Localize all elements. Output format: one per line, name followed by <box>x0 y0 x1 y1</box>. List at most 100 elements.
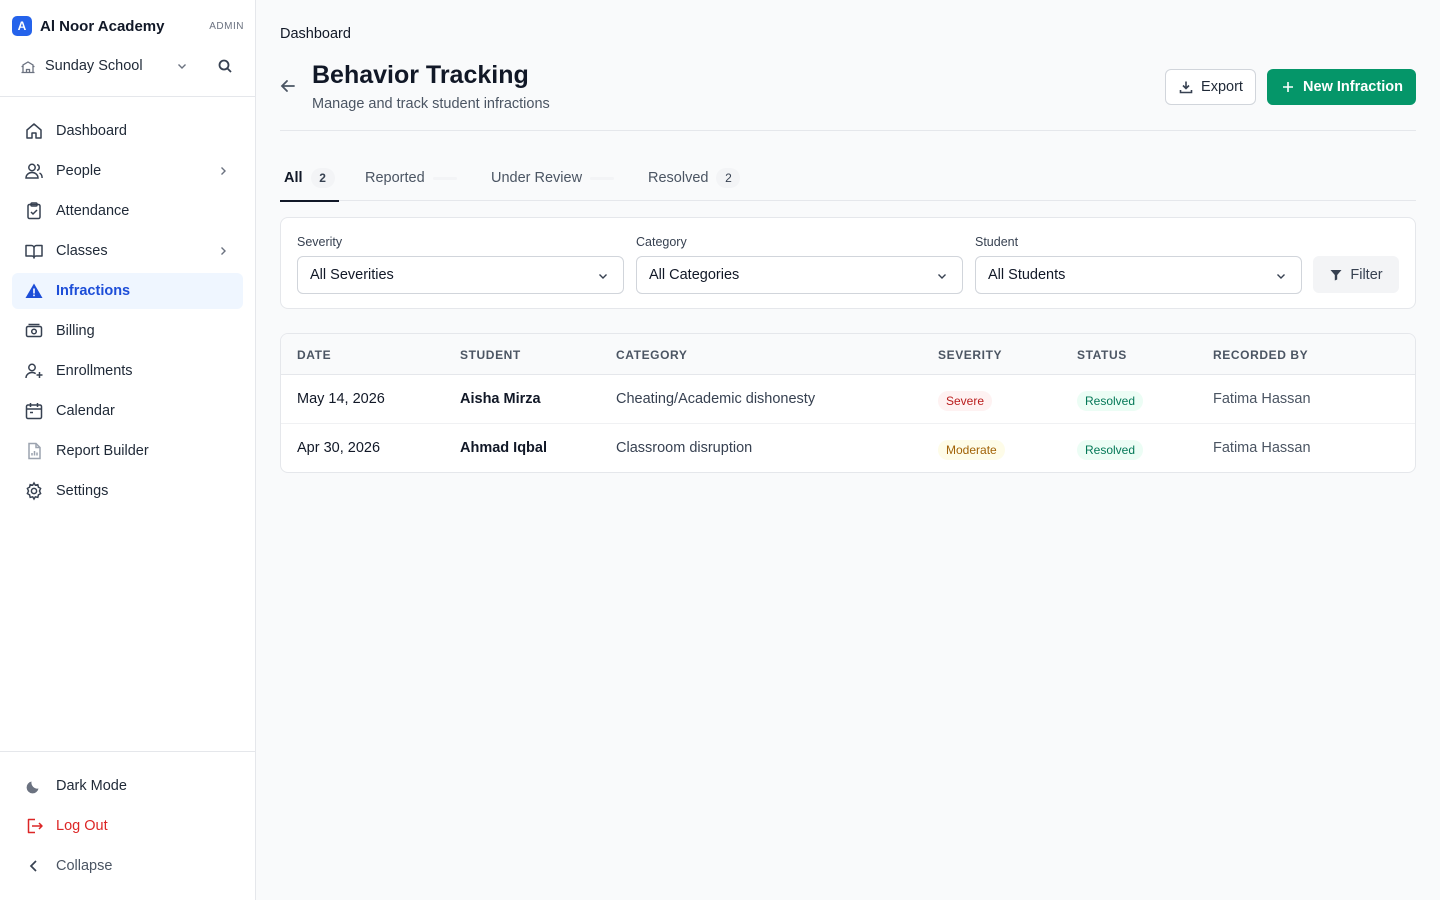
chevron-down-icon <box>934 268 950 284</box>
cell-category: Cheating/Academic dishonesty <box>616 391 816 407</box>
role-badge: ADMIN <box>209 20 244 32</box>
category-filter: Category All Categories <box>636 235 963 294</box>
main-content: Dashboard Behavior Tracking Manage and t… <box>256 0 1440 900</box>
collapse-button[interactable]: Collapse <box>12 848 243 884</box>
sidebar-item-label: Report Builder <box>56 443 149 459</box>
tab-count-placeholder <box>590 176 615 180</box>
tab-under-review[interactable]: Under Review <box>491 155 615 201</box>
filter-button-label: Filter <box>1350 266 1383 283</box>
sidebar-item-enrollments[interactable]: Enrollments <box>12 353 243 389</box>
chevron-down-icon[interactable] <box>174 58 190 74</box>
sidebar-item-label: Infractions <box>56 283 131 299</box>
chevron-down-icon <box>1273 268 1289 284</box>
tab-label: Resolved <box>648 170 709 186</box>
sidebar-divider <box>0 96 255 97</box>
home-icon <box>24 121 44 141</box>
export-button[interactable]: Export <box>1165 69 1256 105</box>
cell-recorded-by: Fatima Hassan <box>1213 391 1311 407</box>
sidebar-footer: Dark Mode Log Out Collapse <box>12 768 243 888</box>
tab-label: Reported <box>365 170 425 186</box>
sidebar-item-label: Settings <box>56 483 109 499</box>
search-icon[interactable] <box>216 57 234 75</box>
gear-icon <box>24 481 44 501</box>
table-row[interactable]: Apr 30, 2026 Ahmad Iqbal Classroom disru… <box>281 424 1415 472</box>
sidebar-item-label: Attendance <box>56 203 130 219</box>
sidebar-item-label: Classes <box>56 243 108 259</box>
column-header-recorded-by[interactable]: RECORDED BY <box>1213 348 1308 362</box>
column-header-student[interactable]: STUDENT <box>460 348 521 362</box>
sidebar-item-infractions[interactable]: Infractions <box>12 273 243 309</box>
calendar-icon <box>24 401 44 421</box>
brand-logo: A <box>12 16 32 36</box>
sidebar-nav: Dashboard People Attendance Classes Infr… <box>12 113 243 513</box>
sidebar-item-people[interactable]: People <box>12 153 243 189</box>
tab-reported[interactable]: Reported <box>365 155 457 201</box>
category-label: Category <box>636 235 687 249</box>
collapse-label: Collapse <box>56 858 113 874</box>
severity-value: All Severities <box>310 267 394 283</box>
logout-label: Log Out <box>56 818 108 834</box>
student-select[interactable]: All Students <box>975 256 1302 294</box>
sidebar-item-label: Billing <box>56 323 95 339</box>
cell-student[interactable]: Ahmad Iqbal <box>460 440 547 456</box>
filter-panel: Severity All Severities Category All Cat… <box>280 217 1416 309</box>
status-tabs: All 2 Reported Under Review Resolved 2 <box>280 155 1416 202</box>
cell-category: Classroom disruption <box>616 440 753 456</box>
column-header-severity[interactable]: SEVERITY <box>938 348 1002 362</box>
cell-student[interactable]: Aisha Mirza <box>460 391 541 407</box>
tab-resolved[interactable]: Resolved 2 <box>648 155 741 201</box>
cell-date: May 14, 2026 <box>297 391 385 407</box>
sidebar-item-classes[interactable]: Classes <box>12 233 243 269</box>
student-label: Student <box>975 235 1019 249</box>
category-select[interactable]: All Categories <box>636 256 963 294</box>
page-title: Behavior Tracking <box>312 61 529 89</box>
sidebar-item-label: Enrollments <box>56 363 133 379</box>
school-name: Sunday School <box>45 58 143 74</box>
severity-badge: Moderate <box>938 440 1005 460</box>
user-plus-icon <box>24 361 44 381</box>
funnel-icon <box>1329 268 1343 282</box>
sidebar-item-dashboard[interactable]: Dashboard <box>12 113 243 149</box>
report-icon <box>24 441 44 461</box>
sidebar-divider <box>0 751 255 752</box>
new-infraction-button[interactable]: New Infraction <box>1267 69 1416 105</box>
severity-select[interactable]: All Severities <box>297 256 624 294</box>
chevron-right-icon <box>215 163 231 179</box>
column-header-date[interactable]: DATE <box>297 348 331 362</box>
sidebar-item-billing[interactable]: Billing <box>12 313 243 349</box>
status-badge: Resolved <box>1077 391 1144 411</box>
new-infraction-label: New Infraction <box>1303 79 1403 95</box>
download-icon <box>1178 79 1194 95</box>
sidebar-item-settings[interactable]: Settings <box>12 473 243 509</box>
column-header-status[interactable]: STATUS <box>1077 348 1127 362</box>
filter-button[interactable]: Filter <box>1313 256 1399 293</box>
warning-triangle-icon <box>24 281 44 301</box>
moon-icon <box>24 776 44 796</box>
severity-badge: Severe <box>938 391 993 411</box>
table-row[interactable]: May 14, 2026 Aisha Mirza Cheating/Academ… <box>281 375 1415 424</box>
book-open-icon <box>24 241 44 261</box>
sidebar-item-attendance[interactable]: Attendance <box>12 193 243 229</box>
tab-label: All <box>284 170 303 186</box>
breadcrumb[interactable]: Dashboard <box>280 26 351 42</box>
sidebar-item-report-builder[interactable]: Report Builder <box>12 433 243 469</box>
tab-count-badge: 2 <box>310 168 335 188</box>
back-arrow-icon[interactable] <box>278 76 298 96</box>
tab-all[interactable]: All 2 <box>280 155 339 202</box>
tab-label: Under Review <box>491 170 583 186</box>
cell-recorded-by: Fatima Hassan <box>1213 440 1311 456</box>
export-label: Export <box>1201 79 1243 95</box>
sidebar-item-label: Calendar <box>56 403 115 419</box>
dark-mode-toggle[interactable]: Dark Mode <box>12 768 243 804</box>
sidebar: A Al Noor Academy ADMIN Sunday School Da… <box>0 0 256 900</box>
active-tab-indicator <box>280 200 339 202</box>
school-selector[interactable]: Sunday School <box>20 54 244 78</box>
header-divider <box>280 130 1416 131</box>
billing-icon <box>24 321 44 341</box>
logout-button[interactable]: Log Out <box>12 808 243 844</box>
clipboard-check-icon <box>24 201 44 221</box>
column-header-category[interactable]: CATEGORY <box>616 348 687 362</box>
student-filter: Student All Students <box>975 235 1302 294</box>
cell-date: Apr 30, 2026 <box>297 440 381 456</box>
sidebar-item-calendar[interactable]: Calendar <box>12 393 243 429</box>
